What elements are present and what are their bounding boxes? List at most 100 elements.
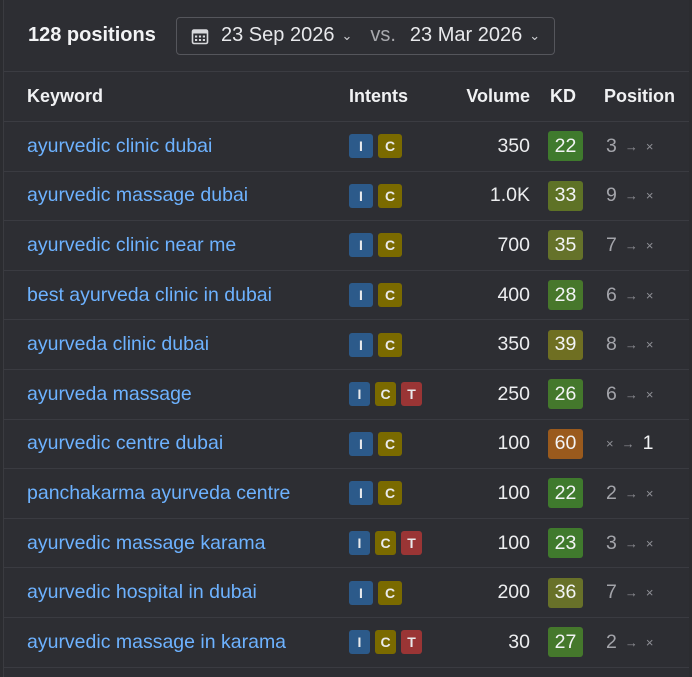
intents-cell: ICT xyxy=(326,531,422,556)
keyword-link[interactable]: ayurvedic clinic near me xyxy=(27,234,236,256)
intent-badge-c: C xyxy=(378,233,402,258)
arrow-right-icon: → xyxy=(624,535,638,551)
kd-badge: 28 xyxy=(548,280,583,311)
col-position[interactable]: Position xyxy=(596,86,686,107)
keyword-cell: ayurvedic clinic near me xyxy=(4,234,326,257)
intent-badge-c: C xyxy=(378,183,402,208)
table-row: ayurvedic clinic near me I C 700 35 7 → × xyxy=(4,221,689,271)
keyword-link[interactable]: panchakarma ayurveda centre xyxy=(27,482,290,504)
kd-cell: 22 xyxy=(530,131,596,162)
intent-badge-i: I xyxy=(349,134,373,159)
col-intents[interactable]: Intents xyxy=(326,86,422,107)
intent-badge-t: T xyxy=(401,630,422,655)
intent-badge-c: C xyxy=(378,481,402,506)
position-to: × xyxy=(645,188,654,204)
keyword-link[interactable]: ayurveda clinic dubai xyxy=(27,333,209,355)
volume-cell: 100 xyxy=(422,432,530,455)
intent-badge-i: I xyxy=(349,283,373,308)
position-to: × xyxy=(645,535,654,551)
kd-badge: 33 xyxy=(548,180,583,211)
arrow-right-icon: → xyxy=(624,188,638,204)
kd-cell: 28 xyxy=(530,280,596,311)
intents-cell: IC xyxy=(326,233,422,258)
position-cell: 9 → × xyxy=(596,184,686,207)
keyword-link[interactable]: best ayurveda clinic in dubai xyxy=(27,284,272,306)
volume-cell: 30 xyxy=(422,631,530,654)
volume-value: 100 xyxy=(497,531,530,554)
arrow-right-icon: → xyxy=(624,138,638,154)
intent-badge-i: I xyxy=(349,233,373,258)
position-cell: 3 → × xyxy=(596,532,686,555)
col-volume[interactable]: Volume xyxy=(422,86,530,107)
keyword-cell: best ayurveda clinic in dubai xyxy=(4,284,326,307)
volume-cell: 200 xyxy=(422,581,530,604)
position-to: × xyxy=(645,337,654,353)
intent-badge-c: C xyxy=(378,283,402,308)
position-cell: 6 → × xyxy=(596,284,686,307)
keyword-link[interactable]: ayurveda massage xyxy=(27,383,192,405)
intent-badge-c: C xyxy=(375,382,396,407)
intent-badge-c: C xyxy=(378,580,402,605)
intent-badge-i: I xyxy=(349,183,373,208)
keyword-link[interactable]: ayurvedic massage dubai xyxy=(27,184,248,206)
intent-badge-c: C xyxy=(378,431,402,456)
col-kd[interactable]: KD xyxy=(530,86,596,107)
positions-panel: 128 positions 23 Sep 2026 ⌄ vs. 23 Mar 2… xyxy=(3,0,689,677)
date-compare-selector[interactable]: 23 Sep 2026 ⌄ vs. 23 Mar 2026 ⌄ xyxy=(176,16,556,55)
arrow-right-icon: → xyxy=(624,237,638,253)
intents-cell: ICT xyxy=(326,382,422,407)
chevron-down-icon[interactable]: ⌄ xyxy=(341,28,352,44)
arrow-right-icon: → xyxy=(624,485,638,501)
position-to: × xyxy=(645,287,654,303)
table-row: ayurveda massage I C T 250 26 6 → × xyxy=(4,370,689,420)
keyword-link[interactable]: ayurvedic hospital in dubai xyxy=(27,581,257,603)
table-row: ayurvedic hospital in dubai I C 200 36 7 → × xyxy=(4,568,689,618)
table-row: ayurvedic massage dubai I C 1.0K 33 9 → × xyxy=(4,172,689,222)
position-from: × xyxy=(606,436,614,452)
intent-badge-i: I xyxy=(349,481,373,506)
kd-cell: 22 xyxy=(530,478,596,509)
intent-badge-t: T xyxy=(401,382,422,407)
position-from: 3 xyxy=(606,531,617,554)
volume-value: 100 xyxy=(497,432,530,455)
keyword-link[interactable]: ayurvedic centre dubai xyxy=(27,432,223,454)
position-from: 6 xyxy=(606,283,617,306)
table-header: Keyword Intents Volume KD Position xyxy=(4,72,689,122)
kd-badge: 35 xyxy=(548,230,583,261)
keyword-cell: ayurvedic massage karama xyxy=(4,532,326,555)
date-to[interactable]: 23 Mar 2026 xyxy=(410,24,522,47)
intents-cell: IC xyxy=(326,134,422,159)
intent-badge-c: C xyxy=(378,134,402,159)
intent-badge-i: I xyxy=(349,580,373,605)
intents-cell: IC xyxy=(326,332,422,357)
position-from: 9 xyxy=(606,184,617,207)
intents-cell: IC xyxy=(326,283,422,308)
keyword-link[interactable]: ayurvedic massage in karama xyxy=(27,631,286,653)
intent-badge-i: I xyxy=(349,630,370,655)
kd-cell: 27 xyxy=(530,627,596,658)
calendar-icon xyxy=(191,28,209,44)
volume-cell: 400 xyxy=(422,284,530,307)
chevron-down-icon[interactable]: ⌄ xyxy=(529,28,540,44)
arrow-right-icon: → xyxy=(624,634,638,650)
volume-cell: 350 xyxy=(422,135,530,158)
position-from: 2 xyxy=(606,481,617,504)
volume-value: 100 xyxy=(497,481,530,504)
intents-cell: IC xyxy=(326,183,422,208)
arrow-right-icon: → xyxy=(621,436,635,452)
date-from[interactable]: 23 Sep 2026 xyxy=(221,24,334,47)
position-to: × xyxy=(645,585,654,601)
table-row: ayurvedic clinic dubai I C 350 22 3 → × xyxy=(4,122,689,172)
position-to: × xyxy=(645,237,654,253)
keyword-cell: panchakarma ayurveda centre xyxy=(4,482,326,505)
col-keyword[interactable]: Keyword xyxy=(4,86,326,107)
kd-cell: 33 xyxy=(530,180,596,211)
position-from: 8 xyxy=(606,333,617,356)
keyword-link[interactable]: ayurvedic massage karama xyxy=(27,532,265,554)
intent-badge-i: I xyxy=(349,332,373,357)
volume-cell: 100 xyxy=(422,482,530,505)
keyword-link[interactable]: ayurvedic clinic dubai xyxy=(27,135,212,157)
kd-cell: 39 xyxy=(530,329,596,360)
kd-cell: 35 xyxy=(530,230,596,261)
position-from: 7 xyxy=(606,581,617,604)
